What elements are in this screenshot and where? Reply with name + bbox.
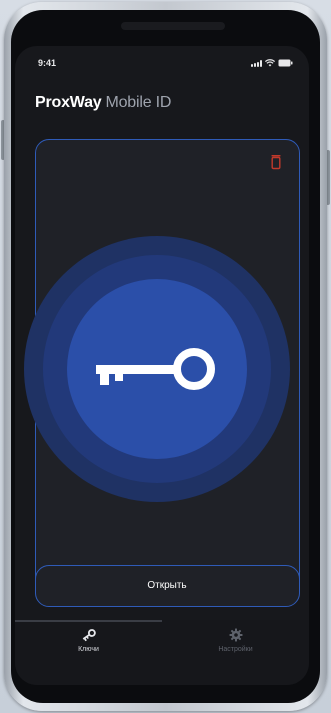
- tab-settings[interactable]: Настройки: [162, 628, 309, 653]
- status-time: 9:41: [38, 58, 57, 68]
- device-stage: 9:41 ProxWay Mobile ID Открыть Ключи Нас…: [0, 0, 331, 713]
- status-bar: 9:41: [15, 56, 309, 72]
- active-tab-indicator: [15, 620, 162, 622]
- app-screen: 9:41 ProxWay Mobile ID Открыть Ключи Нас…: [15, 46, 309, 685]
- tab-keys-label: Ключи: [78, 646, 99, 653]
- signal-icon: [251, 59, 262, 67]
- trash-icon[interactable]: [269, 154, 283, 170]
- brand-name: ProxWay: [35, 94, 102, 111]
- tab-settings-label: Настройки: [218, 646, 253, 653]
- key-visual[interactable]: [24, 236, 290, 502]
- tab-bar: Ключи Настройки: [15, 620, 309, 685]
- gear-icon: [229, 628, 242, 642]
- key-card[interactable]: Открыть: [24, 139, 300, 607]
- speaker-notch: [121, 22, 225, 30]
- battery-icon: [278, 59, 293, 67]
- tab-keys[interactable]: Ключи: [15, 628, 162, 653]
- key-icon: [96, 348, 215, 390]
- status-icons: [251, 59, 293, 67]
- product-name: Mobile ID: [105, 94, 172, 111]
- wifi-icon: [265, 59, 275, 67]
- app-title: ProxWay Mobile ID: [35, 94, 171, 112]
- key-icon: [82, 629, 96, 642]
- open-button[interactable]: Открыть: [34, 564, 300, 607]
